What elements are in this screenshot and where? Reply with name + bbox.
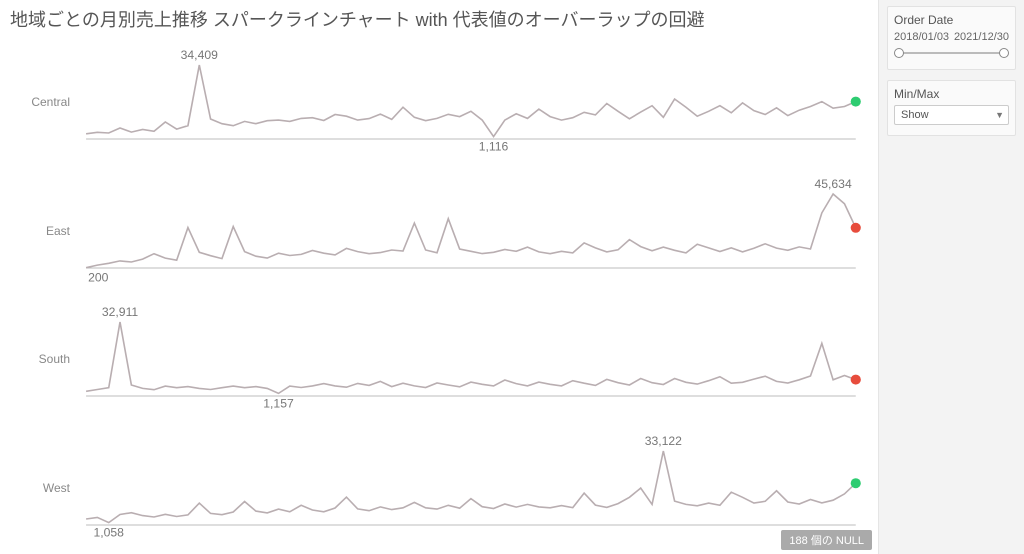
min-label: 1,157	[263, 397, 294, 411]
minmax-selected: Show	[901, 109, 929, 121]
page-title: 地域ごとの月別売上推移 スパークラインチャート with 代表値のオーバーラップ…	[10, 6, 878, 32]
max-label: 32,911	[102, 305, 139, 319]
slider-bar	[897, 52, 1006, 54]
order-date-panel: Order Date 2018/01/03 2021/12/30	[887, 6, 1016, 70]
order-date-title: Order Date	[894, 13, 1009, 27]
endpoint-dot	[851, 375, 861, 385]
sparkline-east: 45,634 200	[80, 176, 872, 286]
minmax-panel: Min/Max Show ▼	[887, 80, 1016, 136]
max-label: 34,409	[181, 48, 219, 62]
slider-knob-left[interactable]	[894, 48, 904, 58]
null-count-badge[interactable]: 188 個の NULL	[781, 530, 872, 550]
chevron-down-icon: ▼	[995, 110, 1004, 120]
max-label: 33,122	[645, 434, 683, 448]
chart-row-central: Central 34,409 1,116	[6, 43, 872, 161]
sparkline-central: 34,409 1,116	[80, 47, 872, 157]
sparkline-south: 32,911 1,157	[80, 304, 872, 414]
charts-container: Central34,4091,116East45,634200South32,9…	[6, 38, 878, 552]
chart-row-south: South 32,911 1,157	[6, 300, 872, 418]
region-label: West	[6, 481, 80, 495]
region-label: East	[6, 224, 80, 238]
sidebar: Order Date 2018/01/03 2021/12/30 Min/Max…	[878, 0, 1024, 554]
min-label: 1,058	[93, 525, 124, 539]
order-date-start: 2018/01/03	[894, 31, 949, 43]
endpoint-dot	[851, 97, 861, 107]
endpoint-dot	[851, 223, 861, 233]
chart-row-west: West 33,122 1,058	[6, 429, 872, 547]
minmax-title: Min/Max	[894, 87, 1009, 101]
slider-knob-right[interactable]	[999, 48, 1009, 58]
endpoint-dot	[851, 478, 861, 488]
sparkline-west: 33,122 1,058	[80, 433, 872, 543]
order-date-end: 2021/12/30	[954, 31, 1009, 43]
min-label: 1,116	[479, 140, 509, 154]
chart-row-east: East 45,634 200	[6, 172, 872, 290]
order-date-slider[interactable]	[894, 47, 1009, 59]
min-label: 200	[88, 271, 109, 285]
app-root: 地域ごとの月別売上推移 スパークラインチャート with 代表値のオーバーラップ…	[0, 0, 1024, 554]
main-panel: 地域ごとの月別売上推移 スパークラインチャート with 代表値のオーバーラップ…	[0, 0, 878, 554]
region-label: South	[6, 352, 80, 366]
minmax-select[interactable]: Show ▼	[894, 105, 1009, 125]
order-date-range-row: 2018/01/03 2021/12/30	[894, 31, 1009, 43]
region-label: Central	[6, 95, 80, 109]
max-label: 45,634	[814, 177, 852, 191]
